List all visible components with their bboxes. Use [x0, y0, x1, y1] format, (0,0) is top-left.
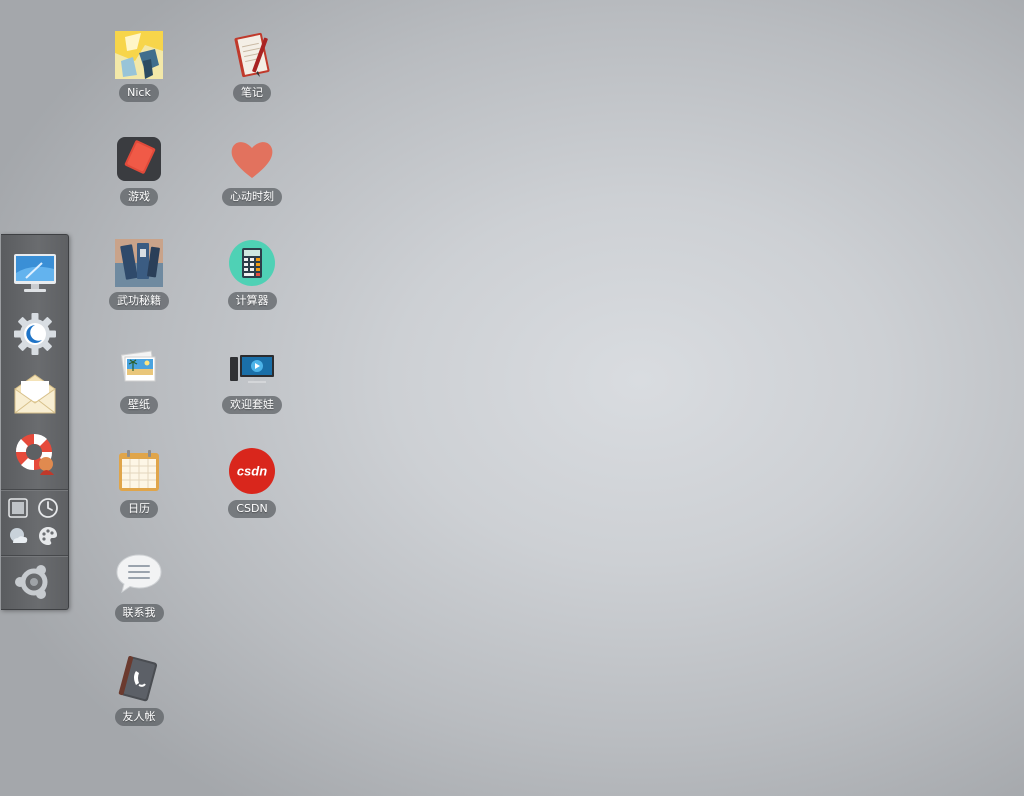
help-lifebuoy-icon[interactable]	[12, 431, 58, 477]
desktop-icon-csdn[interactable]: csdn CSDN	[207, 447, 297, 518]
calculator-icon	[229, 240, 275, 286]
desktop-icon-heart-moment[interactable]: 心动时刻	[207, 135, 297, 206]
desktop-icon-label: CSDN	[228, 500, 276, 518]
chat-bubble-icon	[116, 554, 162, 594]
desktop-icon-calendar[interactable]: 日历	[94, 447, 184, 518]
books-icon	[115, 239, 163, 287]
ubuntu-start-icon[interactable]	[13, 561, 55, 603]
heart-icon	[231, 142, 273, 178]
desktop-icon-label: 游戏	[120, 188, 158, 206]
desktop-icon-notes[interactable]: 笔记	[207, 31, 297, 102]
desktop-icon-label: 心动时刻	[222, 188, 282, 206]
wallpaper-photos-icon	[120, 350, 156, 382]
calendar-icon	[119, 450, 159, 491]
desktop-icon-label: 日历	[120, 500, 158, 518]
desktop-icon-martial-books[interactable]: 武功秘籍	[94, 239, 184, 310]
settings-gear-icon[interactable]	[12, 311, 58, 357]
desktop-icon-contact-me[interactable]: 联系我	[94, 551, 184, 622]
desktop-icon-welcome[interactable]: 欢迎套娃	[207, 343, 297, 414]
palette-icon[interactable]	[37, 525, 59, 547]
desktop-icon-label: 计算器	[227, 292, 277, 310]
clock-icon[interactable]	[37, 497, 59, 519]
desktop-icon-nick[interactable]: Nick	[94, 31, 184, 102]
desktop-icon-label: 联系我	[114, 604, 164, 622]
computer-monitor-icon[interactable]	[12, 251, 58, 297]
monitor-icon	[230, 355, 274, 383]
notebook-icon	[234, 32, 270, 78]
weather-icon[interactable]	[7, 525, 29, 547]
address-book-icon	[118, 655, 158, 702]
csdn-logo-icon: csdn	[229, 448, 275, 494]
desktop-icon-label: 欢迎套娃	[222, 396, 282, 414]
fullscreen-icon[interactable]	[7, 497, 29, 519]
desktop-icon-games[interactable]: 游戏	[94, 135, 184, 206]
mail-envelope-icon[interactable]	[12, 371, 58, 417]
desktop-icon-label: 笔记	[233, 84, 271, 102]
desktop-icon-label: 友人帐	[114, 708, 164, 726]
game-icon	[117, 137, 161, 181]
desktop-icon-calculator[interactable]: 计算器	[207, 239, 297, 310]
desktop-icon-wallpaper[interactable]: 壁纸	[94, 343, 184, 414]
desktop-icon-label: Nick	[119, 84, 159, 102]
dock-separator	[1, 555, 68, 556]
desktop-icon-friends-book[interactable]: 友人帐	[94, 655, 184, 726]
desktop-icon-label: 武功秘籍	[109, 292, 169, 310]
svg-text:csdn: csdn	[237, 464, 267, 479]
dock-separator	[1, 489, 68, 490]
desktop-icon-label: 壁纸	[120, 396, 158, 414]
avatar-anime-icon	[115, 31, 163, 79]
dock	[1, 234, 69, 610]
